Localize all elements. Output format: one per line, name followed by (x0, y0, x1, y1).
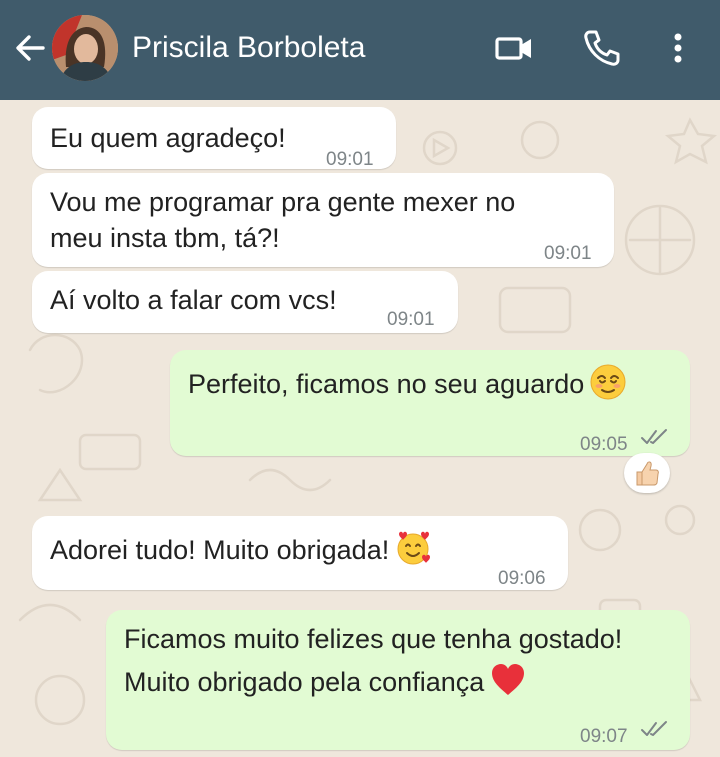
contact-name[interactable]: Priscila Borboleta (132, 31, 365, 65)
message-text-content: Muito obrigado pela confiança (124, 667, 485, 697)
message-bubble-incoming[interactable]: Vou me programar pra gente mexer no meu … (32, 173, 614, 267)
message-time: 09:01 (544, 243, 592, 264)
message-bubble-incoming[interactable]: Adorei tudo! Muito obrigada! 09:06 (32, 516, 568, 590)
message-bubble-incoming[interactable]: Aí volto a falar com vcs! 09:01 (32, 271, 458, 333)
message-text-line: Vou me programar pra gente mexer no (50, 187, 516, 217)
chat-header: Priscila Borboleta (0, 0, 720, 100)
message-bubble-incoming[interactable]: Eu quem agradeço! 09:01 (32, 107, 396, 170)
message-text-line: Muito obrigado pela confiança (124, 662, 526, 701)
reaction-badge[interactable] (624, 453, 670, 493)
more-vertical-icon[interactable] (658, 28, 698, 68)
smiling-face-with-hearts-emoji (397, 531, 431, 565)
message-time: 09:01 (387, 309, 435, 330)
message-text-line: Ficamos muito felizes que tenha gostado! (124, 624, 623, 654)
message-text: Aí volto a falar com vcs! (50, 285, 337, 315)
phone-icon[interactable] (582, 28, 622, 68)
message-time: 09:06 (498, 568, 546, 589)
thumbs-up-emoji (636, 461, 659, 486)
red-heart-emoji (492, 664, 525, 695)
message-text: Perfeito, ficamos no seu aguardo (188, 364, 626, 403)
message-time: 09:07 (580, 726, 628, 747)
back-arrow-icon[interactable] (12, 30, 48, 66)
message-bubble-outgoing[interactable]: Ficamos muito felizes que tenha gostado!… (106, 610, 690, 750)
message-time: 09:05 (580, 434, 628, 455)
message-text: Eu quem agradeço! (50, 123, 286, 153)
video-call-icon[interactable] (494, 28, 534, 68)
message-bubble-outgoing[interactable]: Perfeito, ficamos no seu aguardo 09:05 (170, 350, 690, 456)
read-double-check-icon (641, 721, 667, 736)
read-double-check-icon (641, 429, 667, 444)
chat-area[interactable]: Eu quem agradeço! 09:01 Vou me programar… (0, 100, 720, 757)
avatar[interactable] (52, 15, 118, 81)
message-text-content: Perfeito, ficamos no seu aguardo (188, 369, 585, 399)
relieved-face-emoji (590, 364, 626, 400)
message-text-line: meu insta tbm, tá?! (50, 223, 280, 253)
message-text: Adorei tudo! Muito obrigada! (50, 530, 431, 569)
message-text-content: Adorei tudo! Muito obrigada! (50, 535, 390, 565)
